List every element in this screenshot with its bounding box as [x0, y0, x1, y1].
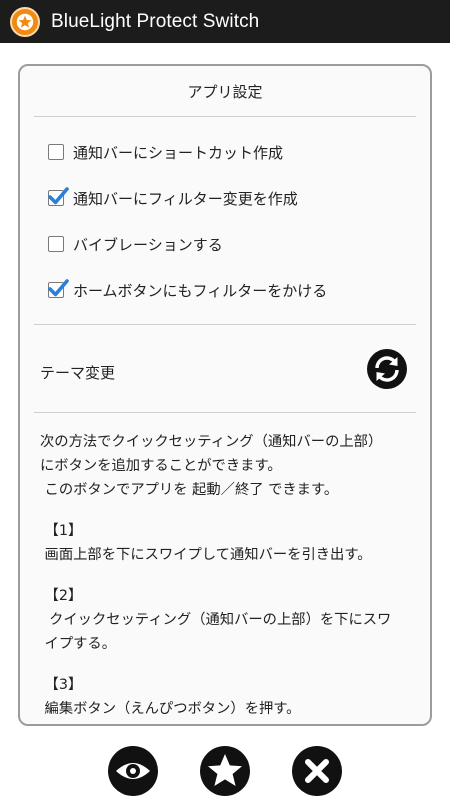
eye-icon [108, 746, 158, 796]
theme-change-button[interactable] [366, 348, 408, 390]
theme-change-label: テーマ変更 [40, 364, 116, 382]
checkbox-checked[interactable] [48, 187, 69, 206]
help-line: 画面上部を下にスワイプして通知バーを引き出す。 [40, 547, 372, 563]
check-mark-icon [48, 279, 69, 297]
setting-label: バイブレーションする [73, 235, 223, 254]
help-step-title: 【1】 [40, 523, 83, 539]
check-mark-icon [48, 187, 69, 205]
help-line: イプする。 [40, 636, 117, 652]
settings-panel: アプリ設定 通知バーにショートカット作成 通知バーにフィルター変更を作成 バイブ… [18, 64, 432, 726]
setting-notification-shortcut[interactable]: 通知バーにショートカット作成 [48, 141, 283, 163]
app-logo-icon [10, 6, 40, 37]
star-icon [200, 746, 250, 796]
refresh-icon [367, 349, 407, 389]
setting-label: 通知バーにショートカット作成 [73, 143, 284, 162]
help-line: このボタンでアプリを 起動／終了 できます。 [40, 482, 339, 498]
help-line: クイックセッティング（通知バーの上部）を下にスワ [40, 612, 392, 628]
help-step-title: 【3】 [40, 677, 83, 693]
help-line: にボタンを追加することができます。 [40, 458, 282, 474]
checkbox-checked[interactable] [48, 279, 69, 298]
view-button[interactable] [107, 745, 159, 797]
help-text: 次の方法でクイックセッティング（通知バーの上部） にボタンを追加することができま… [40, 430, 420, 721]
checkbox-unchecked[interactable] [48, 236, 64, 252]
divider [34, 324, 416, 325]
title-bar: BlueLight Protect Switch [0, 0, 450, 43]
setting-vibration[interactable]: バイブレーションする [48, 233, 223, 255]
setting-label: 通知バーにフィルター変更を作成 [73, 189, 298, 208]
setting-notification-filter-change[interactable]: 通知バーにフィルター変更を作成 [48, 187, 298, 209]
checkbox-unchecked[interactable] [48, 144, 64, 160]
close-button[interactable] [291, 745, 343, 797]
app-title: BlueLight Protect Switch [51, 10, 260, 32]
favorite-button[interactable] [199, 745, 251, 797]
setting-home-button-filter[interactable]: ホームボタンにもフィルターをかける [48, 279, 327, 301]
setting-label: ホームボタンにもフィルターをかける [73, 281, 328, 300]
close-icon [292, 746, 342, 796]
help-line: 編集ボタン（えんぴつボタン）を押す。 [40, 701, 301, 717]
help-step-title: 【2】 [40, 588, 83, 604]
divider [34, 116, 416, 117]
help-line: 次の方法でクイックセッティング（通知バーの上部） [40, 434, 383, 450]
divider [34, 412, 416, 413]
panel-header: アプリ設定 [187, 83, 263, 101]
